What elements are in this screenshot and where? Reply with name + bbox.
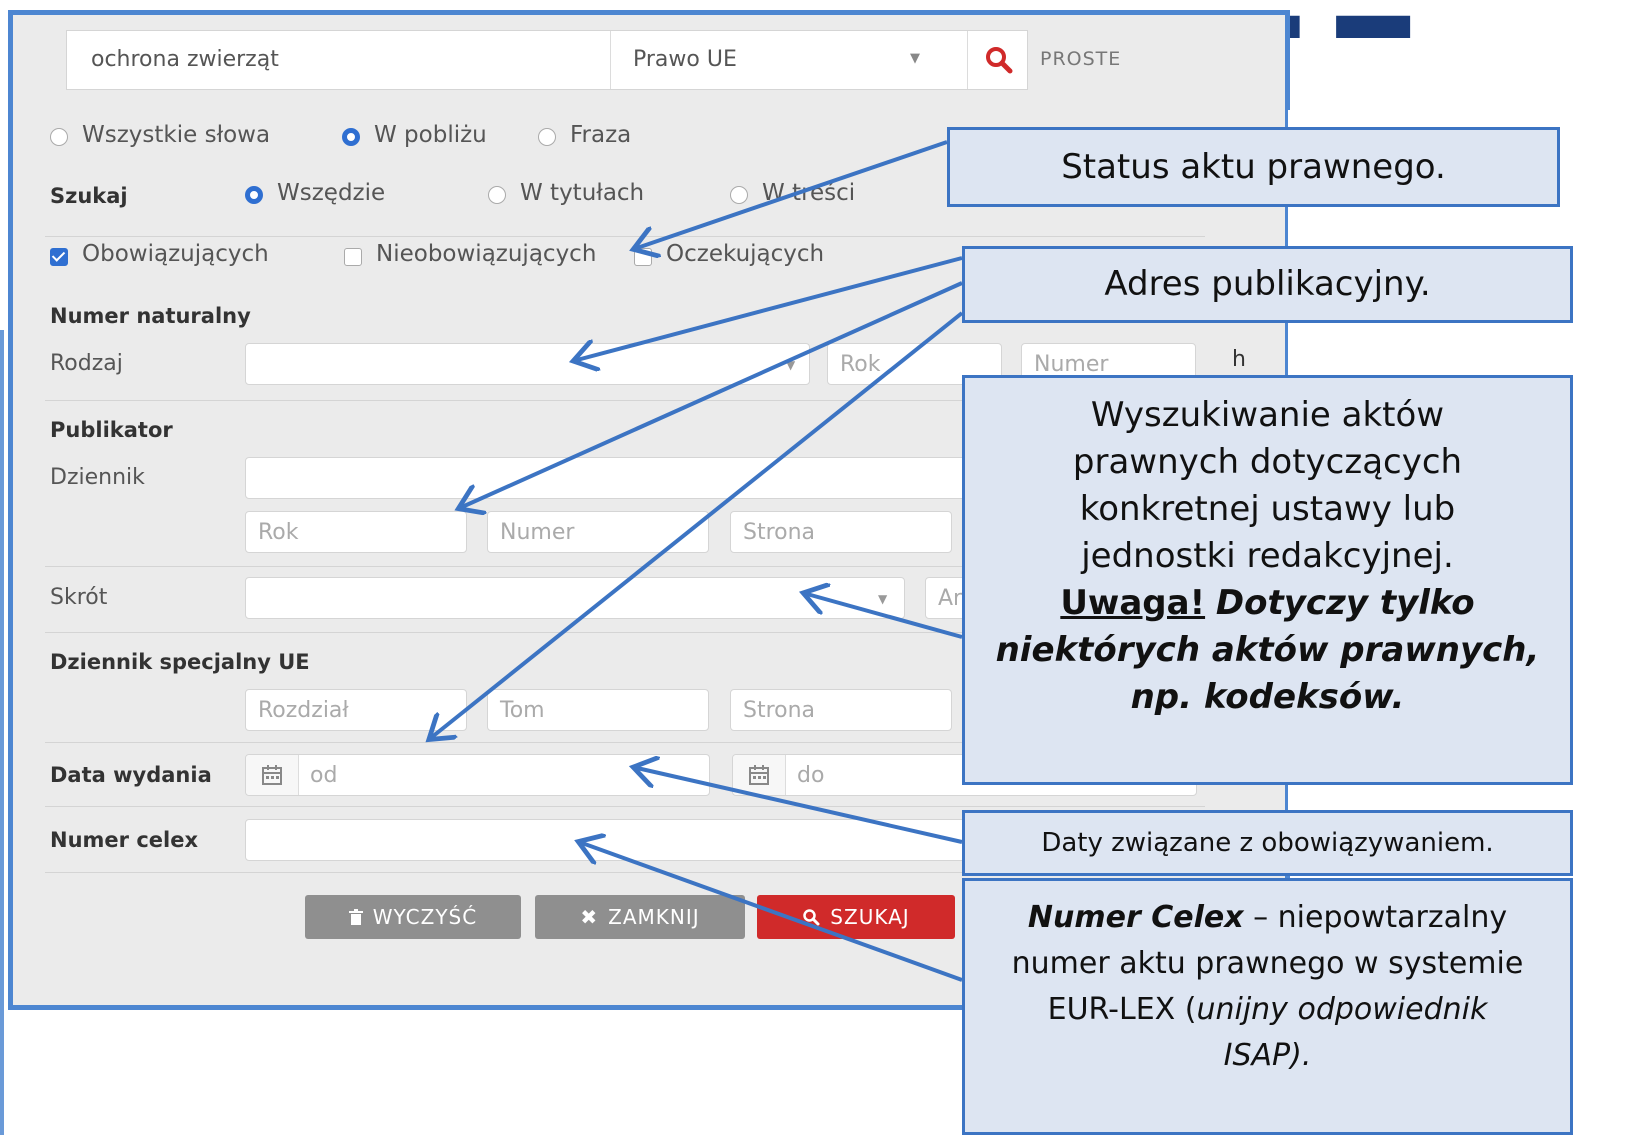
callout-celex: Numer Celex – niepowtarzalny numer aktu … <box>962 878 1573 1135</box>
divider <box>45 806 1205 807</box>
date-from-input[interactable]: od <box>245 754 710 796</box>
radio-titles[interactable] <box>488 186 506 204</box>
type-select[interactable]: ▼ <box>245 343 810 385</box>
volume-input[interactable]: Tom <box>487 689 709 731</box>
radio-content[interactable] <box>730 186 748 204</box>
callout-search-info: Wyszukiwanie aktów prawnych dotyczących … <box>962 375 1573 785</box>
search-button-label: SZUKAJ <box>830 905 910 929</box>
callout-status: Status aktu prawnego. <box>947 127 1560 207</box>
calendar-icon[interactable] <box>262 765 282 785</box>
checkbox-pending-label: Oczekujących <box>666 241 825 267</box>
journal-label: Dziennik <box>50 465 145 490</box>
issue-date-label: Data wydania <box>50 763 212 787</box>
publisher-page-input[interactable]: Strona <box>730 511 952 553</box>
callout-info-line: prawnych dotyczących <box>1072 442 1463 482</box>
callout-warning-text: Dotyczy tylko <box>1215 583 1475 623</box>
simple-mode-link[interactable]: PROSTE <box>1040 48 1121 70</box>
callout-celex-text: numer aktu prawnego w systemie <box>1011 946 1524 981</box>
callout-dates-text: Daty związane z obowiązywaniem. <box>1041 828 1494 858</box>
radio-phrase-label: Fraza <box>570 122 632 148</box>
callout-warning-text: np. kodeksów. <box>1130 677 1405 717</box>
publisher-number-input[interactable]: Numer <box>487 511 709 553</box>
checkbox-pending[interactable] <box>634 248 652 266</box>
callout-celex-title: Numer Celex <box>1027 900 1244 935</box>
divider <box>45 236 1205 237</box>
checkbox-in-force[interactable] <box>50 248 68 266</box>
callout-celex-text: unijny odpowiednik <box>1196 992 1488 1027</box>
section-title-special-journal: Dziennik specjalny UE <box>50 650 310 674</box>
clipped-text: h <box>1232 347 1246 372</box>
close-button-label: ZAMKNIJ <box>608 905 700 929</box>
radio-all-words[interactable] <box>50 128 68 146</box>
slide-edge <box>0 330 4 1135</box>
radio-nearby-label: W pobliżu <box>374 122 487 148</box>
publisher-year-input[interactable]: Rok <box>245 511 467 553</box>
clear-button-label: WYCZYŚĆ <box>372 905 478 929</box>
radio-phrase[interactable] <box>538 128 556 146</box>
abbreviation-select[interactable]: ▼ <box>245 577 905 619</box>
callout-info-line: jednostki redakcyjnej. <box>1081 536 1454 576</box>
search-input[interactable]: ochrona zwierząt <box>91 47 279 72</box>
callout-celex-text: ISAP). <box>1223 1038 1312 1073</box>
divider <box>610 31 611 89</box>
callout-status-text: Status aktu prawnego. <box>1061 147 1446 187</box>
special-page-input[interactable]: Strona <box>730 689 952 731</box>
chevron-down-icon[interactable]: ▼ <box>910 51 920 66</box>
callout-warning-label: Uwaga! <box>1060 583 1206 623</box>
clear-button[interactable]: WYCZYŚĆ <box>305 895 521 939</box>
calendar-icon[interactable] <box>749 765 769 785</box>
radio-all-words-label: Wszystkie słowa <box>82 122 271 148</box>
close-button[interactable]: ✖ ZAMKNIJ <box>535 895 745 939</box>
radio-everywhere[interactable] <box>245 186 263 204</box>
radio-content-label: W treści <box>762 180 856 206</box>
callout-info-line: Wyszukiwanie aktów <box>1090 395 1445 435</box>
chevron-down-icon: ▼ <box>786 358 796 372</box>
chevron-down-icon: ▼ <box>878 592 888 606</box>
callout-info-line: konkretnej ustawy lub <box>1079 489 1456 529</box>
scope-label: Szukaj <box>50 184 128 208</box>
checkbox-not-in-force[interactable] <box>344 248 362 266</box>
category-select[interactable]: Prawo UE <box>633 47 737 72</box>
radio-everywhere-label: Wszędzie <box>277 180 386 206</box>
radio-titles-label: W tytułach <box>520 180 645 206</box>
callout-address: Adres publikacyjny. <box>962 246 1573 323</box>
section-title-natural-number: Numer naturalny <box>50 304 251 328</box>
checkbox-not-in-force-label: Nieobowiązujących <box>376 241 597 267</box>
radio-nearby[interactable] <box>342 128 360 146</box>
type-label: Rodzaj <box>50 351 123 376</box>
divider <box>967 31 968 89</box>
section-title-publisher: Publikator <box>50 418 173 442</box>
search-icon <box>803 909 820 926</box>
close-icon: ✖ <box>580 905 599 929</box>
search-button[interactable]: SZUKAJ <box>757 895 955 939</box>
abbreviation-label: Skrót <box>50 585 108 610</box>
callout-warning-text: niektórych aktów prawnych, <box>995 630 1540 670</box>
trash-icon <box>348 909 363 925</box>
callout-celex-text: EUR-LEX ( <box>1047 992 1197 1027</box>
callout-address-text: Adres publikacyjny. <box>1104 264 1431 304</box>
callout-dates: Daty związane z obowiązywaniem. <box>962 810 1573 876</box>
chapter-input[interactable]: Rozdział <box>245 689 467 731</box>
callout-celex-text: – niepowtarzalny <box>1243 900 1508 935</box>
search-icon[interactable] <box>983 44 1015 76</box>
checkbox-in-force-label: Obowiązujących <box>82 241 269 267</box>
celex-label: Numer celex <box>50 828 198 852</box>
search-bar: ochrona zwierząt Prawo UE ▼ <box>66 30 1028 90</box>
